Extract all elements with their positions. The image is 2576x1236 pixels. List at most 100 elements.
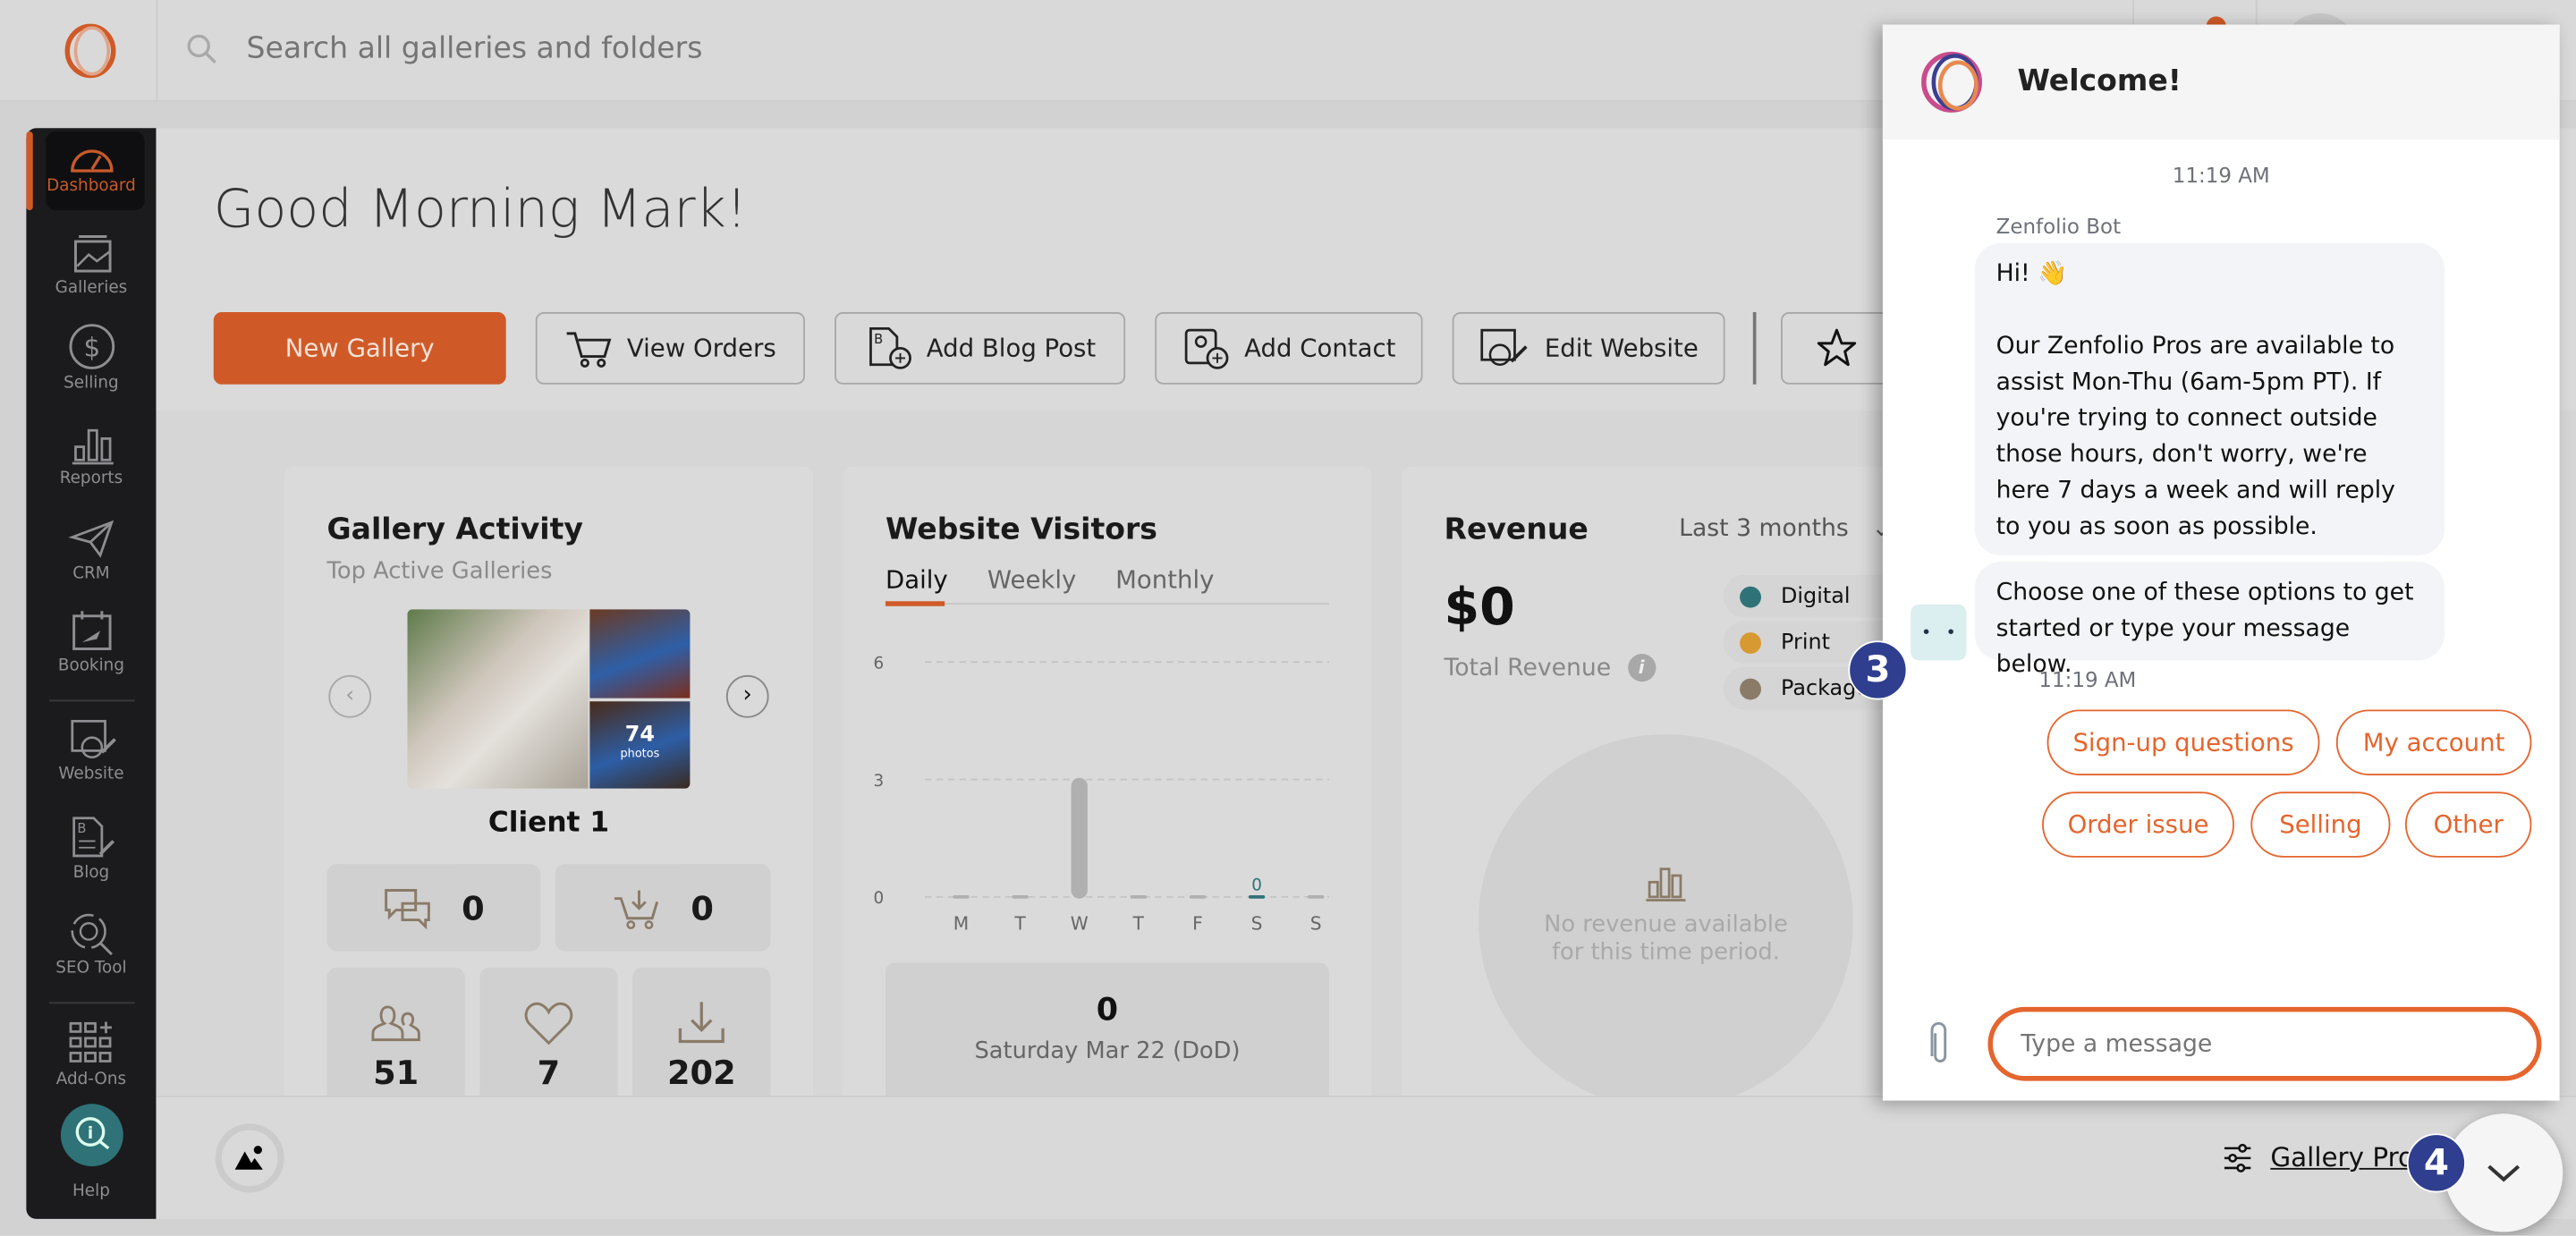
sidebar-item-galleries[interactable]: Galleries <box>26 230 156 297</box>
dropdown-value: Last 3 months <box>1679 515 1849 543</box>
card-title: Website Visitors <box>886 512 1157 547</box>
search-icon <box>187 34 216 63</box>
timestamp: 11:19 AM <box>2172 162 2270 188</box>
gallery-thumb-photo-more[interactable]: 74 photos <box>589 701 691 789</box>
bot-avatar <box>1911 604 1967 661</box>
website-visitors-card: Website Visitors Daily Weekly Monthly 0 3… <box>843 466 1372 1128</box>
sidebar-item-selling[interactable]: $ Selling <box>26 322 156 393</box>
card-title: Revenue <box>1444 512 1589 547</box>
option-my-account[interactable]: My account <box>2335 709 2532 775</box>
x-tick-label: T <box>1132 913 1145 935</box>
revenue-range-dropdown[interactable]: Last 3 months ⌄ <box>1679 516 1892 542</box>
add-blog-post-button[interactable]: B Add Blog Post <box>835 311 1126 385</box>
sidebar-item-label: Blog <box>72 864 110 883</box>
new-gallery-button[interactable]: New Gallery <box>213 311 506 385</box>
bar <box>953 895 970 899</box>
sidebar-item-crm[interactable]: CRM <box>26 516 156 583</box>
view-orders-button[interactable]: View Orders <box>535 311 806 385</box>
summary-label: Saturday Mar 22 (DoD) <box>974 1037 1241 1065</box>
tab-monthly[interactable]: Monthly <box>1115 565 1214 595</box>
label-text: Total Revenue <box>1444 654 1612 681</box>
bar <box>1071 777 1088 899</box>
option-sign-up-questions[interactable]: Sign-up questions <box>2046 709 2320 775</box>
divider <box>49 699 135 702</box>
button-label: View Orders <box>626 333 776 363</box>
sidebar-item-add-ons[interactable]: Add-Ons <box>26 1019 156 1089</box>
edit-website-button[interactable]: Edit Website <box>1452 311 1725 385</box>
cart-download-icon <box>614 889 658 929</box>
y-tick-label: 6 <box>873 655 884 673</box>
annotation-badge: 4 <box>2406 1133 2466 1193</box>
chat-panel: Welcome! 11:19 AM Zenfolio Bot Hi! 👋 Our … <box>1882 24 2560 1101</box>
page-title: Good Morning Mark! <box>213 177 748 241</box>
option-other[interactable]: Other <box>2404 792 2532 858</box>
total-revenue-label: Total Revenue i <box>1444 654 1656 682</box>
sidebar-item-label: SEO Tool <box>55 959 127 978</box>
carousel-prev-button[interactable]: ‹ <box>328 674 372 718</box>
active-tab-indicator <box>886 601 945 606</box>
timestamp: 11:19 AM <box>2038 666 2137 692</box>
sidebar-item-booking[interactable]: Booking <box>26 608 156 675</box>
bar <box>1308 895 1325 899</box>
button-label: New Gallery <box>284 333 435 363</box>
bar-chart-icon <box>1646 868 1686 902</box>
bar <box>1012 895 1029 899</box>
stat-value: 0 <box>462 887 485 927</box>
legend-swatch <box>1740 631 1761 654</box>
search-input[interactable] <box>246 30 1233 66</box>
tab-daily[interactable]: Daily <box>886 565 948 595</box>
chat-header: Welcome! <box>1882 24 2560 140</box>
divider <box>49 1002 135 1004</box>
svg-text:i: i <box>87 1124 92 1143</box>
carousel-next-button[interactable]: › <box>725 674 769 718</box>
orders-stat: 0 <box>555 864 771 952</box>
sidebar-item-label: CRM <box>72 564 110 584</box>
stat-value: 0 <box>691 887 714 927</box>
sidebar-item-blog[interactable]: B Blog <box>26 815 156 882</box>
photo-count: 74 <box>624 723 656 748</box>
sidebar-item-help[interactable]: i Help <box>26 1104 156 1201</box>
data-label: 0 <box>1251 876 1262 895</box>
annotation-badge: 3 <box>1848 640 1908 700</box>
x-tick-label: F <box>1192 913 1203 935</box>
paperclip-icon[interactable] <box>1926 1020 1952 1066</box>
gallery-pro-link[interactable]: Gallery Pro <box>2270 1142 2414 1173</box>
sidebar-item-reports[interactable]: Reports <box>26 420 156 488</box>
x-tick-label: T <box>1013 913 1026 935</box>
option-order-issue[interactable]: Order issue <box>2042 792 2234 858</box>
add-contact-button[interactable]: Add Contact <box>1155 311 1423 385</box>
summary-value: 0 <box>1096 992 1119 1029</box>
card-title: Gallery Activity <box>326 512 583 547</box>
message-input[interactable] <box>1987 1006 2542 1081</box>
website-edit-icon <box>1480 328 1528 367</box>
option-selling[interactable]: Selling <box>2250 792 2391 858</box>
legend-label: Digital <box>1781 583 1851 609</box>
gallery-thumb-photo[interactable] <box>589 609 691 698</box>
gauge-icon <box>70 149 113 173</box>
dollar-icon: $ <box>68 324 114 369</box>
legend-label: Print <box>1781 630 1830 655</box>
download-icon <box>678 1001 724 1043</box>
gallery-name[interactable]: Client 1 <box>284 807 813 840</box>
sidebar-item-dashboard[interactable]: Dashboard <box>26 138 156 196</box>
y-tick-label: 3 <box>873 772 884 791</box>
heart-icon <box>524 1001 573 1045</box>
svg-text:B: B <box>874 332 883 347</box>
legend-swatch <box>1740 677 1761 699</box>
sidebar-item-seo-tool[interactable]: SEO Tool <box>26 910 156 978</box>
users-icon <box>371 1004 420 1041</box>
tab-weekly[interactable]: Weekly <box>987 565 1076 595</box>
message-greeting: Hi! 👋 <box>1996 261 2068 288</box>
stat-value: 7 <box>537 1052 561 1092</box>
zenfolio-logo[interactable] <box>61 21 120 80</box>
chevron-down-icon <box>2487 1164 2521 1182</box>
x-tick-label: S <box>1310 913 1322 935</box>
sidebar-item-website[interactable]: Website <box>26 716 156 783</box>
gallery-cover-photo[interactable] <box>407 609 589 789</box>
button-label: Add Blog Post <box>926 333 1097 363</box>
seo-icon <box>70 913 113 956</box>
image-icon <box>234 1146 263 1170</box>
info-icon[interactable]: i <box>1627 654 1656 682</box>
gallery-image-button[interactable] <box>215 1123 284 1193</box>
stat-value: 51 <box>373 1052 419 1092</box>
